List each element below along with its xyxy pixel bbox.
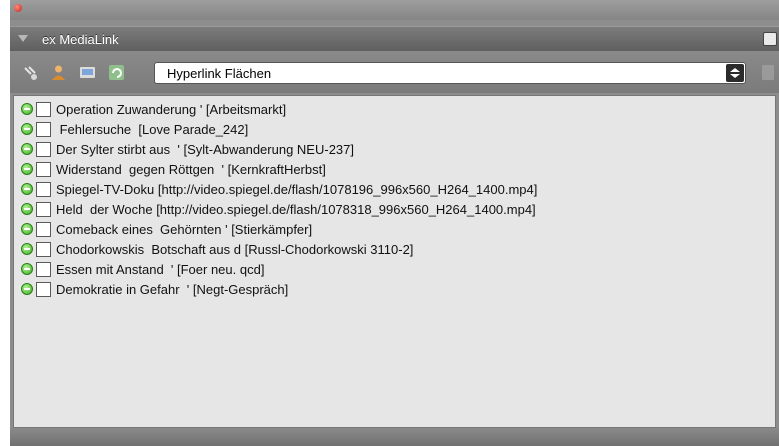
item-label: Fehlersuche [Love Parade_242] — [56, 121, 249, 137]
item-checkbox[interactable] — [36, 201, 51, 217]
status-ok-icon[interactable] — [21, 263, 33, 275]
medialink-panel: ex MediaLink Hyperlink Flächen Operation… — [10, 0, 779, 446]
link-type-dropdown[interactable]: Hyperlink Flächen — [154, 62, 746, 84]
item-checkbox[interactable] — [36, 161, 51, 177]
item-checkbox[interactable] — [36, 141, 51, 157]
item-checkbox[interactable] — [36, 121, 51, 137]
item-label: Chodorkowskis Botschaft aus d [Russl-Cho… — [56, 241, 414, 257]
item-label: Widerstand gegen Röttgen ' [KernkraftHer… — [56, 161, 326, 177]
item-label: Comeback eines Gehörnten ' [Stierkämpfer… — [56, 221, 313, 237]
status-ok-icon[interactable] — [21, 163, 33, 175]
list-item[interactable]: Operation Zuwanderung ' [Arbeitsmarkt] — [21, 100, 286, 118]
item-checkbox[interactable] — [36, 181, 51, 197]
item-label: Essen mit Anstand ' [Foer neu. qcd] — [56, 261, 265, 277]
list-item[interactable]: Der Sylter stirbt aus ' [Sylt-Abwanderun… — [21, 140, 354, 158]
window-top-strip — [10, 0, 779, 20]
list-item[interactable]: Demokratie in Gefahr ' [Negt-Gespräch] — [21, 280, 288, 298]
list-item[interactable]: Widerstand gegen Röttgen ' [KernkraftHer… — [21, 160, 326, 178]
panel-bottom-bar — [10, 428, 779, 446]
item-checkbox[interactable] — [36, 241, 51, 257]
status-ok-icon[interactable] — [21, 123, 33, 135]
status-ok-icon[interactable] — [21, 223, 33, 235]
list-item[interactable]: Comeback eines Gehörnten ' [Stierkämpfer… — [21, 220, 312, 238]
collapse-triangle-icon[interactable] — [18, 35, 28, 42]
panel-titlebar[interactable]: ex MediaLink — [10, 26, 779, 52]
item-label: Demokratie in Gefahr ' [Negt-Gespräch] — [56, 281, 289, 297]
status-ok-icon[interactable] — [21, 243, 33, 255]
item-label: Der Sylter stirbt aus ' [Sylt-Abwanderun… — [56, 141, 354, 157]
item-checkbox[interactable] — [36, 261, 51, 277]
close-icon[interactable] — [14, 4, 22, 12]
item-label: Held der Woche [http://video.spiegel.de/… — [56, 201, 536, 217]
item-label: Spiegel-TV-Doku [http://video.spiegel.de… — [56, 181, 538, 197]
status-ok-icon[interactable] — [21, 203, 33, 215]
toolbar: Hyperlink Flächen — [10, 51, 779, 93]
link-list: Operation Zuwanderung ' [Arbeitsmarkt] F… — [13, 95, 776, 428]
list-item[interactable]: Spiegel-TV-Doku [http://video.spiegel.de… — [21, 180, 537, 198]
status-ok-icon[interactable] — [21, 143, 33, 155]
dropdown-selected-value: Hyperlink Flächen — [167, 66, 272, 81]
item-checkbox[interactable] — [36, 281, 51, 297]
list-item[interactable]: Held der Woche [http://video.spiegel.de/… — [21, 200, 536, 218]
screen-icon[interactable] — [79, 64, 96, 81]
status-ok-icon[interactable] — [21, 283, 33, 295]
refresh-icon[interactable] — [108, 64, 125, 81]
panel-title: ex MediaLink — [42, 32, 119, 47]
list-item[interactable]: Fehlersuche [Love Parade_242] — [21, 120, 248, 138]
dropdown-arrows-icon[interactable] — [726, 64, 744, 82]
panel-menu-icon[interactable] — [763, 32, 777, 46]
trash-icon[interactable] — [762, 65, 774, 80]
item-label: Operation Zuwanderung ' [Arbeitsmarkt] — [56, 101, 287, 117]
list-item[interactable]: Chodorkowskis Botschaft aus d [Russl-Cho… — [21, 240, 413, 258]
status-ok-icon[interactable] — [21, 183, 33, 195]
link-tool-icon[interactable] — [22, 64, 39, 81]
list-item[interactable]: Essen mit Anstand ' [Foer neu. qcd] — [21, 260, 264, 278]
person-icon[interactable] — [50, 64, 67, 81]
item-checkbox[interactable] — [36, 101, 51, 117]
item-checkbox[interactable] — [36, 221, 51, 237]
status-ok-icon[interactable] — [21, 103, 33, 115]
